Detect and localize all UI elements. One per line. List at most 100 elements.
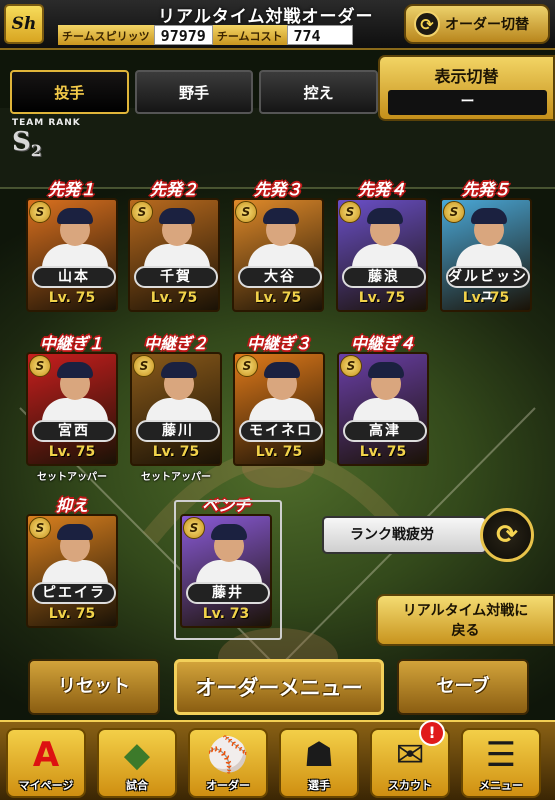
player-name: 千賀 xyxy=(134,266,218,288)
player-cap xyxy=(367,208,403,224)
player-slot[interactable]: ベンチ S 藤井 Lv. 73 xyxy=(180,496,272,628)
player-slot[interactable]: 中継ぎ１ S 宮西 Lv. 75 セットアッパー xyxy=(26,334,118,483)
player-level: Lv. 75 xyxy=(359,444,407,460)
player-level: Lv. 73 xyxy=(202,606,250,622)
player-icon: ☗ xyxy=(303,735,335,775)
slot-position-label: 中継ぎ４ xyxy=(350,334,415,353)
rarity-badge-icon: S xyxy=(131,201,153,223)
team-cost-value: 774 xyxy=(286,25,353,45)
nav-mypage[interactable]: A マイページ xyxy=(6,728,86,798)
player-cap xyxy=(211,524,247,540)
player-slot[interactable]: 先発１ S 山本 Lv. 75 xyxy=(26,180,118,312)
nav-order-label: オーダー xyxy=(206,779,250,792)
slot-position-label: ベンチ xyxy=(201,496,250,515)
player-card[interactable]: S 大谷 Lv. 75 xyxy=(232,198,324,312)
player-cap xyxy=(57,524,93,540)
team-logo-text: Sh xyxy=(11,14,37,34)
tab-reserve[interactable]: 控え xyxy=(259,70,379,114)
mypage-icon: A xyxy=(32,735,60,775)
order-menu-button[interactable]: オーダーメニュー xyxy=(174,659,384,715)
player-level: Lv. 75 xyxy=(462,290,510,306)
players-icon: ⚾ xyxy=(206,735,250,775)
player-cap xyxy=(161,362,197,378)
stadium-icon: ◆ xyxy=(123,735,151,775)
player-name: 宮西 xyxy=(32,420,116,442)
player-name: モイネロ xyxy=(239,420,323,442)
player-slot[interactable]: 中継ぎ２ S 藤川 Lv. 75 セットアッパー xyxy=(130,334,222,483)
order-change-button[interactable]: ⟳ オーダー切替 xyxy=(404,4,550,44)
player-card[interactable]: S 藤井 Lv. 73 xyxy=(180,514,272,628)
player-slot[interactable]: 抑え S ピエイラ Lv. 75 xyxy=(26,496,118,628)
display-toggle-label: 表示切替 xyxy=(434,67,499,86)
player-card[interactable]: S 千賀 Lv. 75 xyxy=(128,198,220,312)
player-role: セットアッパー xyxy=(141,472,211,483)
slot-position-label: 中継ぎ１ xyxy=(39,334,104,353)
tab-fielder[interactable]: 野手 xyxy=(134,70,254,114)
slot-position-label: 先発３ xyxy=(253,180,302,199)
team-rank: TEAM RANK S2 xyxy=(12,118,81,165)
save-button[interactable]: セーブ xyxy=(397,659,529,715)
player-card[interactable]: S 藤浪 Lv. 75 xyxy=(336,198,428,312)
nav-match-label: 試合 xyxy=(126,779,148,792)
player-slot[interactable]: 中継ぎ３ S モイネロ Lv. 75 xyxy=(233,334,325,466)
player-card[interactable]: S 山本 Lv. 75 xyxy=(26,198,118,312)
nav-order[interactable]: ⚾ オーダー xyxy=(188,728,268,798)
slot-position-label: 抑え xyxy=(55,496,88,515)
player-cap xyxy=(57,362,93,378)
player-name: 大谷 xyxy=(238,266,322,288)
player-level: Lv. 75 xyxy=(358,290,406,306)
nav-menu[interactable]: ☰ メニュー xyxy=(461,728,541,798)
rank-fatigue-label: ランク戦疲労 xyxy=(322,516,487,554)
player-name: ダルビッシュ xyxy=(446,266,530,303)
player-role: セットアッパー xyxy=(37,472,107,483)
rarity-badge-icon: S xyxy=(29,355,51,377)
player-slot[interactable]: 先発５ S ダルビッシュ Lv. 75 xyxy=(440,180,532,312)
team-rank-level: 2 xyxy=(30,141,42,161)
nav-players-label: 選手 xyxy=(308,779,330,792)
player-slot[interactable]: 先発２ S 千賀 Lv. 75 xyxy=(128,180,220,312)
team-spirit-label: チームスピリッツ xyxy=(58,25,154,45)
back-label-line1: リアルタイム対戦に xyxy=(402,603,529,619)
team-rank-grade: S2 xyxy=(12,128,81,165)
swap-icon: ⟳ xyxy=(414,11,440,37)
display-toggle-button[interactable]: 表示切替 ー xyxy=(378,55,555,121)
player-level: Lv. 75 xyxy=(48,606,96,622)
player-card[interactable]: S 宮西 Lv. 75 xyxy=(26,352,118,466)
rarity-badge-icon: S xyxy=(29,517,51,539)
refresh-icon: ⟳ xyxy=(496,520,518,550)
player-cap xyxy=(159,208,195,224)
player-level: Lv. 75 xyxy=(48,444,96,460)
bottom-nav: A マイページ ◆ 試合 ⚾ オーダー ☗ 選手 ✉ スカウト ☰ メニュー xyxy=(0,720,555,800)
player-card[interactable]: S 高津 Lv. 75 xyxy=(337,352,429,466)
team-rank-letter: S xyxy=(12,127,31,157)
player-card[interactable]: S ダルビッシュ Lv. 75 xyxy=(440,198,532,312)
nav-match[interactable]: ◆ 試合 xyxy=(97,728,177,798)
reset-button[interactable]: リセット xyxy=(28,659,160,715)
player-slot[interactable]: 先発３ S 大谷 Lv. 75 xyxy=(232,180,324,312)
fatigue-refresh-button[interactable]: ⟳ xyxy=(480,508,534,562)
rarity-badge-icon: S xyxy=(236,355,258,377)
back-label-line2: 戻る xyxy=(451,623,480,639)
player-level: Lv. 75 xyxy=(48,290,96,306)
player-slot[interactable]: 中継ぎ４ S 高津 Lv. 75 xyxy=(337,334,429,466)
player-card[interactable]: S ピエイラ Lv. 75 xyxy=(26,514,118,628)
rarity-badge-icon: S xyxy=(133,355,155,377)
nav-players[interactable]: ☗ 選手 xyxy=(279,728,359,798)
player-name: ピエイラ xyxy=(32,582,116,604)
player-cap xyxy=(471,208,507,224)
slot-position-label: 先発１ xyxy=(47,180,96,199)
slot-position-label: 先発２ xyxy=(149,180,198,199)
back-to-realtime-button[interactable]: リアルタイム対戦に 戻る xyxy=(376,594,555,646)
player-card[interactable]: S モイネロ Lv. 75 xyxy=(233,352,325,466)
page-title: リアルタイム対戦オーダー xyxy=(158,7,374,27)
player-card[interactable]: S 藤川 Lv. 75 xyxy=(130,352,222,466)
player-slot[interactable]: 先発４ S 藤浪 Lv. 75 xyxy=(336,180,428,312)
player-level: Lv. 75 xyxy=(254,290,302,306)
player-name: 高津 xyxy=(343,420,427,442)
position-tabs: 投手 野手 控え xyxy=(10,70,379,114)
tab-pitcher[interactable]: 投手 xyxy=(10,70,129,114)
player-name: 藤井 xyxy=(186,582,270,604)
player-level: Lv. 75 xyxy=(150,290,198,306)
player-cap xyxy=(264,362,300,378)
rarity-badge-icon: S xyxy=(340,355,362,377)
